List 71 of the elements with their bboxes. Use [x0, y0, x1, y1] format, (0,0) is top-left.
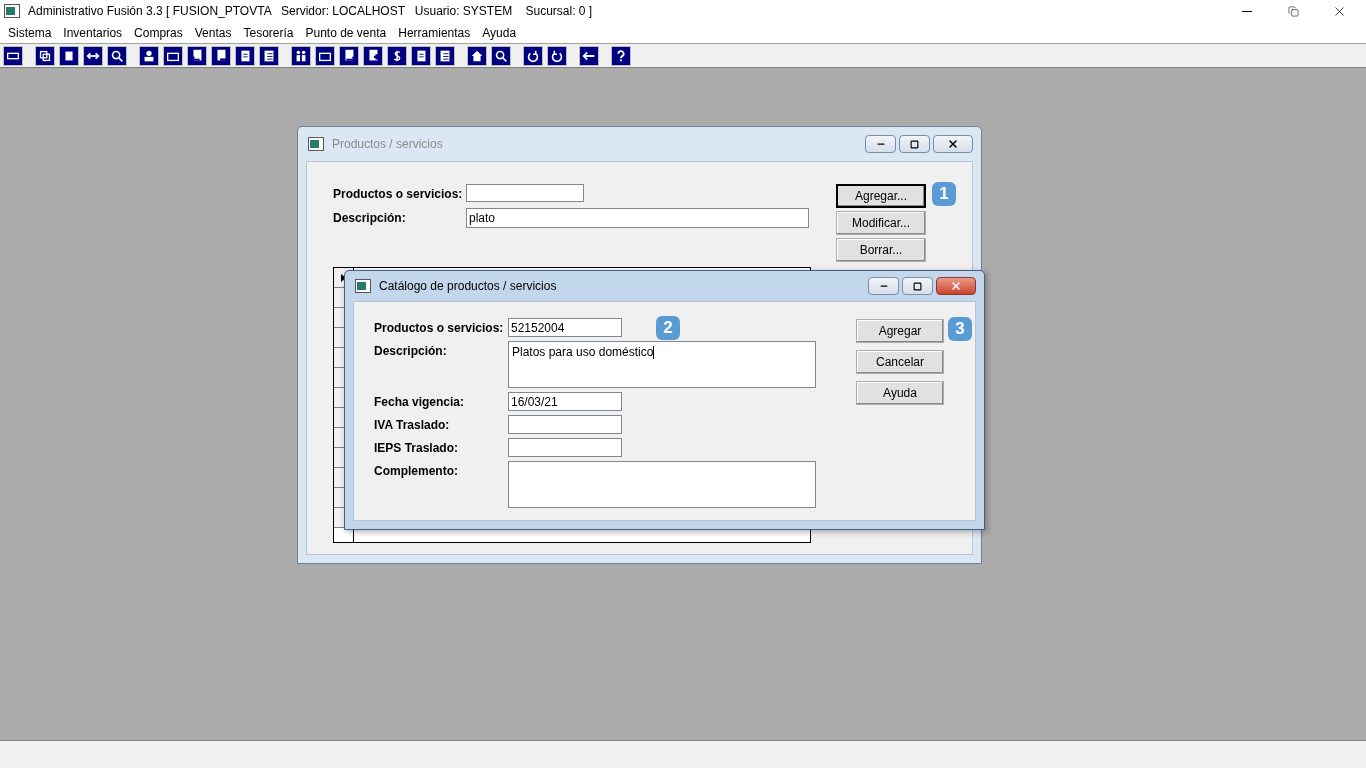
toolbar-button[interactable]: [35, 45, 55, 66]
app-icon: [4, 4, 20, 18]
toolbar-button[interactable]: [163, 45, 183, 66]
text-value: Platos para uso doméstico: [512, 345, 654, 359]
maximize-button[interactable]: [899, 135, 930, 153]
maximize-button[interactable]: [902, 277, 933, 295]
field-label: Productos o servicios:: [374, 320, 505, 337]
restore-icon: [1287, 5, 1299, 17]
dialog-button[interactable]: Borrar...: [836, 238, 926, 262]
minimize-icon: [1242, 10, 1252, 12]
toolbar-button[interactable]: [315, 45, 335, 66]
field-label: Descripción:: [374, 343, 448, 360]
dialog-button[interactable]: Agregar...: [836, 184, 926, 208]
text-field[interactable]: [508, 415, 622, 434]
step-badge: 2: [656, 316, 680, 340]
menu-item[interactable]: Punto de venta: [299, 23, 393, 42]
field-label: Complemento:: [374, 463, 459, 480]
toolbar-button[interactable]: [387, 45, 407, 66]
text-field[interactable]: [508, 438, 622, 457]
field-label: IEPS Traslado:: [374, 440, 460, 457]
field-label: Productos o servicios:: [333, 186, 464, 203]
toolbar-button[interactable]: [139, 45, 159, 66]
toolbar-button[interactable]: [411, 45, 431, 66]
toolbar-button[interactable]: [611, 45, 631, 66]
close-icon: [950, 280, 962, 292]
step-badge: 3: [948, 317, 972, 341]
minimize-button[interactable]: [868, 277, 899, 295]
close-button[interactable]: [933, 135, 973, 153]
close-icon: [947, 138, 959, 150]
menu-item[interactable]: Sistema: [2, 23, 58, 42]
minimize-button[interactable]: [865, 135, 896, 153]
app-icon: [355, 279, 371, 293]
dialog-button[interactable]: Agregar: [856, 319, 944, 343]
toolbar-button[interactable]: [491, 45, 511, 66]
menu-item[interactable]: Ventas: [188, 23, 238, 42]
toolbar-button[interactable]: [259, 45, 279, 66]
dialog-title: Catálogo de productos / servicios: [379, 278, 557, 295]
text-field[interactable]: plato: [466, 208, 809, 228]
text-field[interactable]: 52152004: [508, 318, 622, 337]
text-field[interactable]: [466, 184, 584, 202]
text-field[interactable]: 16/03/21: [508, 392, 622, 411]
field-label: Descripción:: [333, 210, 407, 227]
menu-item[interactable]: Herramientas: [392, 23, 477, 42]
text-area[interactable]: Platos para uso doméstico: [508, 341, 816, 388]
toolbar-button[interactable]: [579, 45, 599, 66]
toolbar-button[interactable]: [83, 45, 103, 66]
menu-item[interactable]: Compras: [128, 23, 189, 42]
app-icon: [308, 137, 324, 151]
menu-item[interactable]: Ayuda: [476, 23, 523, 42]
dialog-button[interactable]: Modificar...: [836, 211, 926, 235]
toolbar-button[interactable]: [235, 45, 255, 66]
window-title: Administrativo Fusión 3.3 [ FUSION_PTOVTA Servidor: LOCALHOST Usuario: SYSTEM Sucursal: 0 ]: [28, 3, 593, 20]
dialog-button[interactable]: Cancelar: [856, 350, 944, 374]
menu-item[interactable]: Inventarios: [57, 23, 129, 42]
toolbar-button[interactable]: [291, 45, 311, 66]
toolbar-button[interactable]: [435, 45, 455, 66]
toolbar-button[interactable]: [523, 45, 543, 66]
dialog-button[interactable]: Ayuda: [856, 381, 944, 405]
field-label: Fecha vigencia:: [374, 394, 466, 411]
text-area[interactable]: [508, 461, 816, 508]
toolbar-button[interactable]: [547, 45, 567, 66]
toolbar-button[interactable]: [107, 45, 127, 66]
menu-item[interactable]: Tesorería: [237, 23, 300, 42]
field-label: IVA Traslado:: [374, 417, 451, 434]
maximize-icon: [913, 281, 922, 291]
window-title: Productos / servicios: [332, 136, 443, 153]
maximize-icon: [910, 139, 919, 149]
step-badge: 1: [932, 182, 956, 206]
toolbar-button[interactable]: [59, 45, 79, 66]
close-button[interactable]: [936, 277, 976, 295]
toolbar-button[interactable]: [467, 45, 487, 66]
